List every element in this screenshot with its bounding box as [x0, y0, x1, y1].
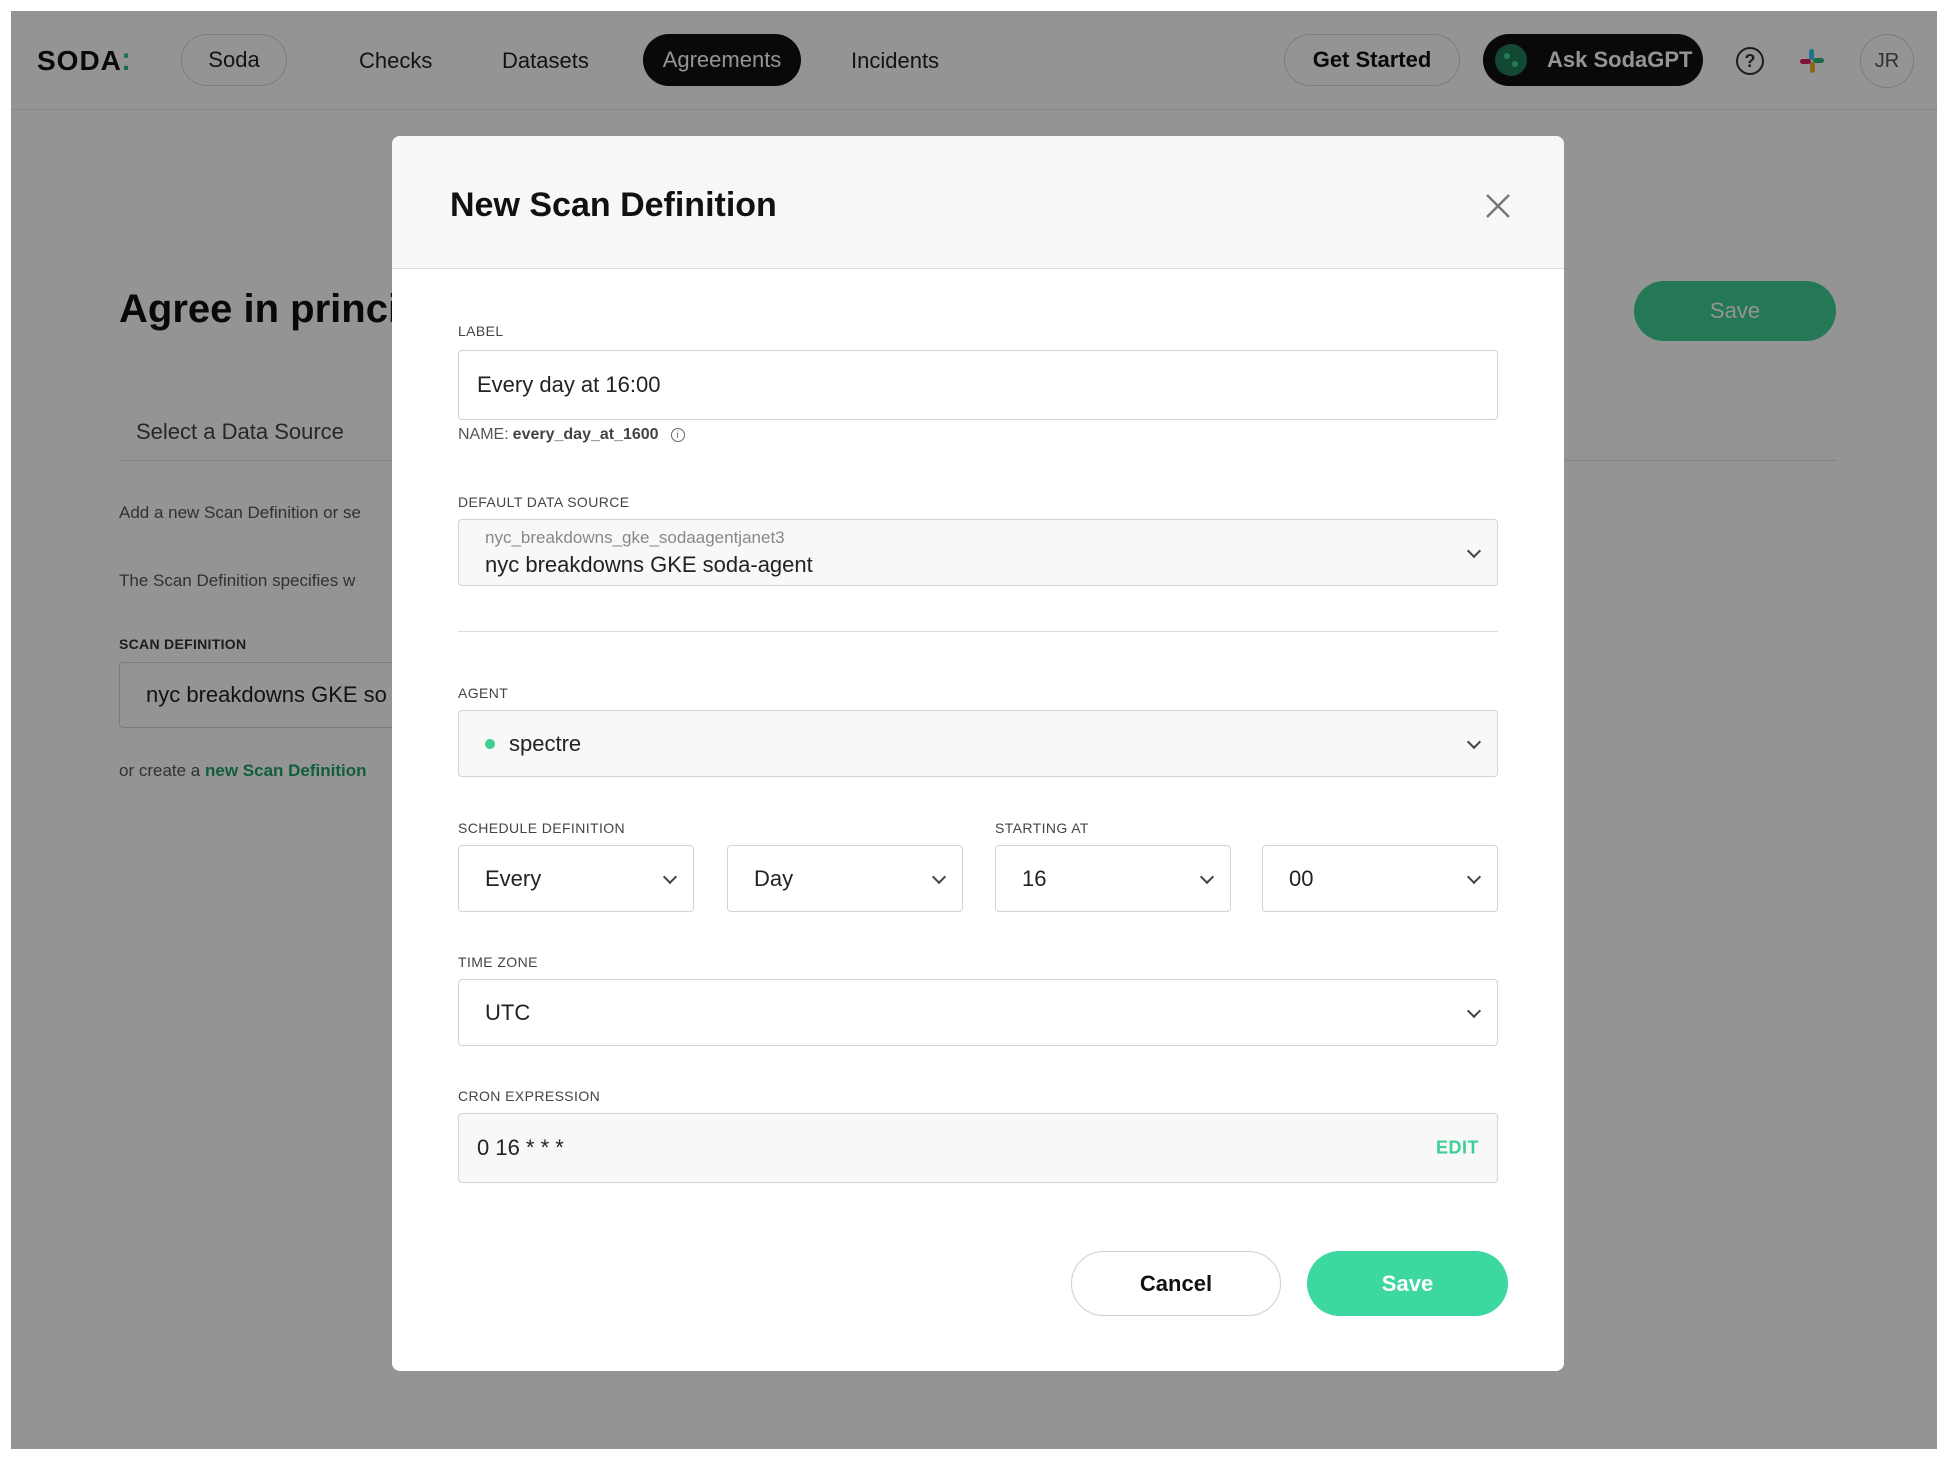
chevron-down-icon — [1466, 734, 1482, 749]
close-icon[interactable] — [1484, 192, 1512, 220]
cron-expression-label: CRON EXPRESSION — [458, 1088, 601, 1104]
name-hint: NAME: every_day_at_1600 i — [458, 426, 685, 444]
schedule-unit-value: Day — [754, 865, 794, 891]
start-hour-select[interactable]: 16 — [995, 845, 1231, 912]
section-divider — [458, 631, 1498, 632]
cron-expression-value: 0 16 * * * — [477, 1135, 564, 1160]
schedule-definition-label: SCHEDULE DEFINITION — [458, 820, 626, 836]
edit-cron-button[interactable]: EDIT — [1436, 1138, 1479, 1159]
cancel-button[interactable]: Cancel — [1071, 1251, 1281, 1316]
chevron-down-icon — [1466, 1003, 1482, 1018]
cron-expression-field: 0 16 * * * EDIT — [458, 1113, 1498, 1183]
start-hour-value: 16 — [1022, 865, 1047, 891]
label-input[interactable]: Every day at 16:00 — [458, 350, 1498, 420]
modal-header: New Scan Definition — [392, 136, 1564, 269]
app-frame: SODA⁚ Soda Checks Datasets Agreements In… — [11, 11, 1937, 1449]
label-input-value: Every day at 16:00 — [477, 372, 661, 397]
name-prefix: NAME: — [458, 426, 509, 443]
starting-at-label: STARTING AT — [995, 820, 1089, 836]
time-zone-label: TIME ZONE — [458, 954, 538, 970]
default-data-source-label: DEFAULT DATA SOURCE — [458, 494, 630, 510]
chevron-down-icon — [931, 869, 947, 884]
time-zone-value: UTC — [485, 999, 531, 1025]
start-minute-value: 00 — [1289, 865, 1314, 891]
info-icon[interactable]: i — [670, 428, 685, 442]
agent-value: spectre — [509, 730, 582, 756]
name-value: every_day_at_1600 — [512, 426, 659, 443]
default-data-source-select[interactable]: nyc_breakdowns_gke_sodaagentjanet3 nyc b… — [458, 519, 1498, 586]
agent-status-dot — [485, 738, 495, 749]
label-field-label: LABEL — [458, 323, 504, 339]
chevron-down-icon — [662, 869, 678, 884]
chevron-down-icon — [1199, 869, 1215, 884]
schedule-every-value: Every — [485, 865, 542, 891]
time-zone-select[interactable]: UTC — [458, 979, 1498, 1046]
data-source-id: nyc_breakdowns_gke_sodaagentjanet3 — [485, 527, 785, 547]
agent-label: AGENT — [458, 685, 509, 701]
schedule-every-select[interactable]: Every — [458, 845, 694, 912]
data-source-name: nyc breakdowns GKE soda-agent — [485, 551, 813, 577]
modal-title: New Scan Definition — [450, 186, 777, 224]
agent-select[interactable]: spectre — [458, 710, 1498, 777]
chevron-down-icon — [1466, 869, 1482, 884]
start-minute-select[interactable]: 00 — [1262, 845, 1498, 912]
chevron-down-icon — [1466, 543, 1482, 558]
save-button[interactable]: Save — [1307, 1251, 1508, 1316]
schedule-unit-select[interactable]: Day — [727, 845, 963, 912]
new-scan-definition-modal: New Scan Definition LABEL Every day at 1… — [392, 136, 1564, 1371]
